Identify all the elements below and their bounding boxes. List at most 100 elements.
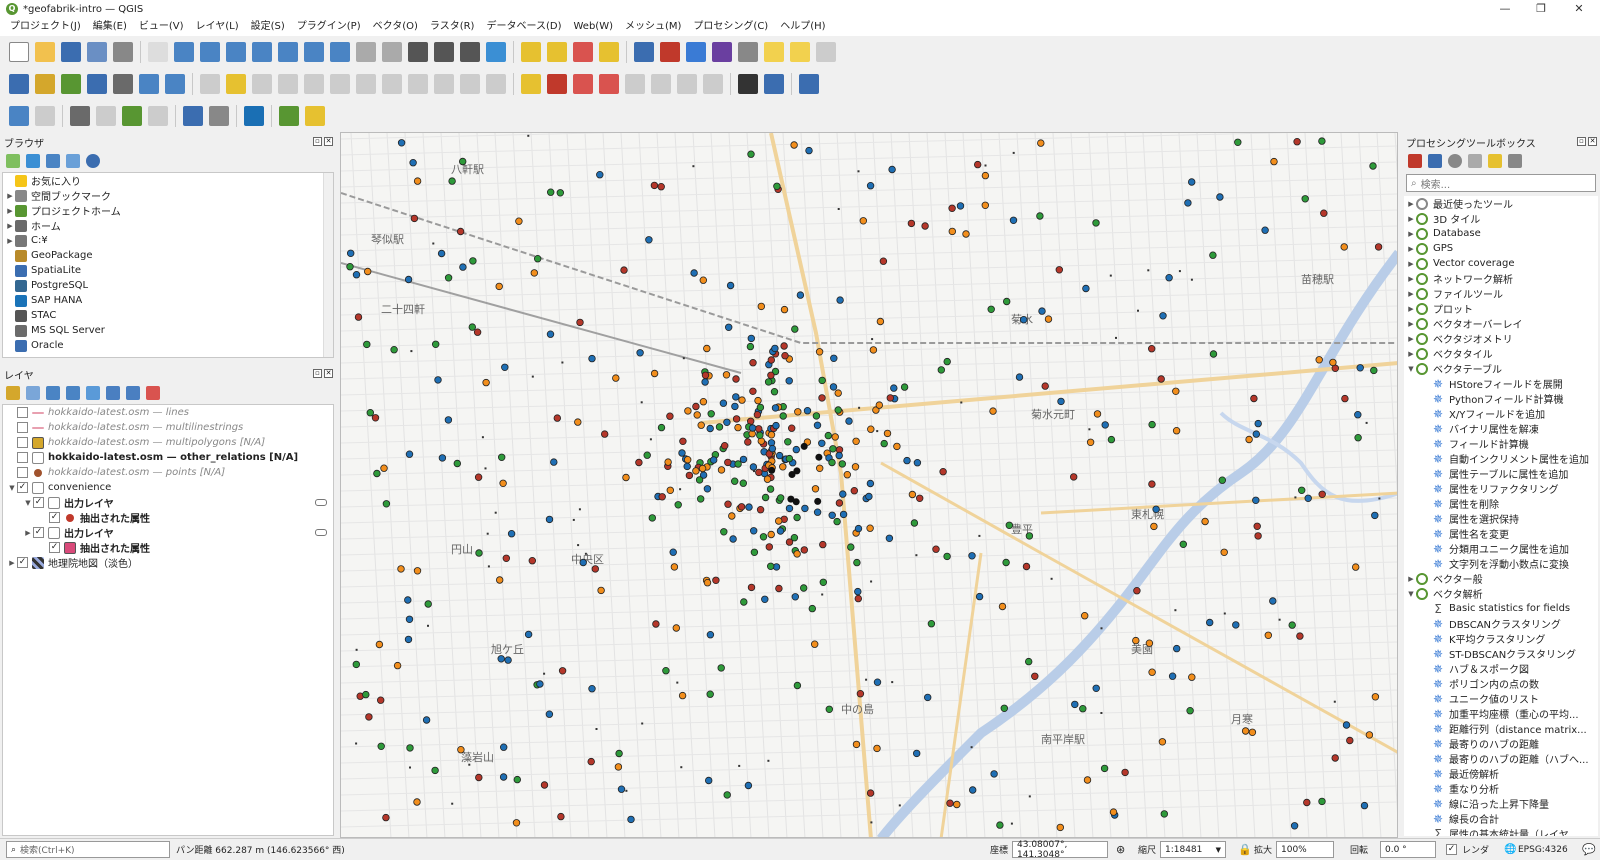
algorithm-item[interactable]: ✵ 属性を選択保持 <box>1404 511 1598 527</box>
locate-icon[interactable] <box>816 42 836 62</box>
expand-arrow-icon[interactable]: ▶ <box>1406 290 1416 298</box>
algorithm-item[interactable]: ✵ ST-DBSCANクラスタリング <box>1404 646 1598 662</box>
new-vector-tile-icon[interactable] <box>165 74 185 94</box>
osm-download-icon[interactable] <box>305 106 325 126</box>
expand-arrow-icon[interactable]: ▶ <box>5 222 15 230</box>
indicator-icon[interactable] <box>315 529 327 536</box>
expand-arrow-icon[interactable]: ▶ <box>1406 200 1416 208</box>
algorithm-item[interactable]: ✵ 線長の合計 <box>1404 811 1598 827</box>
undock-icon[interactable]: ▫ <box>313 369 322 378</box>
provider-group[interactable]: ▶ プロット <box>1404 301 1598 316</box>
layer-visibility-checkbox[interactable]: ✓ <box>33 527 44 538</box>
digitize-icon[interactable] <box>87 74 107 94</box>
algorithm-item[interactable]: ✵ 線に沿った上昇下降量 <box>1404 796 1598 812</box>
refresh-icon[interactable] <box>26 154 40 168</box>
provider-group[interactable]: ▼ ベクタ解析 <box>1404 586 1598 601</box>
layer-visibility-checkbox[interactable]: ✓ <box>49 512 60 523</box>
expand-arrow-icon[interactable]: ▶ <box>1406 305 1416 313</box>
expand-arrow-icon[interactable]: ▶ <box>5 207 15 215</box>
change-label-icon[interactable] <box>677 74 697 94</box>
algorithm-item[interactable]: ✵ 最寄りのハブの距離 <box>1404 736 1598 752</box>
add-point-icon[interactable] <box>278 74 298 94</box>
zoom-native-icon[interactable] <box>330 42 350 62</box>
zoom-to-selection-icon[interactable] <box>278 42 298 62</box>
algorithm-item[interactable]: ✵ 自動インクリメント属性を追加 <box>1404 451 1598 467</box>
undo-icon[interactable] <box>460 74 480 94</box>
layer-visibility-checkbox[interactable]: ✓ <box>49 542 60 553</box>
move-label-icon[interactable] <box>625 74 645 94</box>
coordinate-field[interactable]: 43.08007°, 141.3048° <box>1012 840 1108 860</box>
algorithm-item[interactable]: ✵ Pythonフィールド計算機 <box>1404 391 1598 407</box>
provider-group[interactable]: ▶ ベクタジオメトリ <box>1404 331 1598 346</box>
provider-group[interactable]: ▶ 3D タイル <box>1404 211 1598 226</box>
copy-icon[interactable] <box>408 74 428 94</box>
refresh-icon[interactable] <box>486 42 506 62</box>
close-panel-icon[interactable]: ✕ <box>324 137 333 146</box>
layer-item[interactable]: ▼ ✓ 出力レイヤ <box>3 495 333 510</box>
layer-visibility-checkbox[interactable] <box>17 407 28 418</box>
expand-arrow-icon[interactable]: ▼ <box>1406 590 1416 598</box>
save-as-icon[interactable] <box>87 42 107 62</box>
select-by-location-icon[interactable] <box>599 42 619 62</box>
menu-item-11[interactable]: プロセシング(C) <box>687 18 774 36</box>
scripts-icon[interactable] <box>1428 154 1442 168</box>
zoom-to-layer-icon[interactable] <box>304 42 324 62</box>
provider-group[interactable]: ▶ 最近使ったツール <box>1404 196 1598 211</box>
attribute-table-icon[interactable] <box>660 42 680 62</box>
map-canvas[interactable]: 八軒駅琴似駅二十四軒円山中央区旭ケ丘藻岩山菊水菊水元町豊平東札幌南平岸駅美園月寒… <box>340 132 1398 838</box>
algorithm-item[interactable]: ✵ 属性をリファクタリング <box>1404 481 1598 497</box>
expand-arrow-icon[interactable]: ▶ <box>1406 215 1416 223</box>
open-project-icon[interactable] <box>35 42 55 62</box>
algorithm-item[interactable]: ✵ X/Yフィールドを追加 <box>1404 406 1598 422</box>
provider-group[interactable]: ▶ ベクタオーバーレイ <box>1404 316 1598 331</box>
redo-icon[interactable] <box>486 74 506 94</box>
menu-item-1[interactable]: 編集(E) <box>87 18 133 36</box>
close-panel-icon[interactable]: ✕ <box>324 369 333 378</box>
expand-arrow-icon[interactable]: ▶ <box>23 529 33 537</box>
menu-item-3[interactable]: レイヤ(L) <box>190 18 245 36</box>
expand-arrow-icon[interactable]: ▼ <box>7 484 17 492</box>
browser-item[interactable]: お気に入り <box>3 173 333 188</box>
expand-arrow-icon[interactable]: ▼ <box>1406 365 1416 373</box>
algorithm-item[interactable]: ✵ 最寄りのハブの距離（ハブへ... <box>1404 751 1598 767</box>
menu-item-0[interactable]: プロジェクト(J) <box>4 18 87 36</box>
algorithm-item[interactable]: ✵ ユニーク値のリスト <box>1404 691 1598 707</box>
scale-field[interactable]: 1:18481 ▼ <box>1160 841 1226 858</box>
processing-toolbox-icon[interactable] <box>686 42 706 62</box>
map-tips-icon[interactable] <box>790 42 810 62</box>
remove-layer-icon[interactable] <box>146 386 160 400</box>
algorithm-item[interactable]: ✵ HStoreフィールドを展開 <box>1404 376 1598 392</box>
show-labels-icon[interactable] <box>599 74 619 94</box>
layer-item[interactable]: ✓ 抽出された属性 <box>3 510 333 525</box>
data-source-manager-icon[interactable] <box>9 74 29 94</box>
layer-visibility-checkbox[interactable] <box>17 422 28 433</box>
zoom-out-icon[interactable] <box>226 42 246 62</box>
algorithm-item[interactable]: ✵ 重なり分析 <box>1404 781 1598 797</box>
crs-button[interactable]: EPSG:4326 <box>1518 845 1568 855</box>
undock-icon[interactable]: ▫ <box>313 137 322 146</box>
deselect-icon[interactable] <box>573 42 593 62</box>
style-manager-icon[interactable] <box>6 386 20 400</box>
filter-legend-icon[interactable] <box>66 386 80 400</box>
visibility-icon[interactable] <box>46 386 60 400</box>
label-icon[interactable] <box>521 74 541 94</box>
paste-icon[interactable] <box>434 74 454 94</box>
layer-item[interactable]: ▶ ✓ 地理院地図（淡色） <box>3 555 333 570</box>
menu-item-8[interactable]: データベース(D) <box>480 18 567 36</box>
label-properties-icon[interactable] <box>703 74 723 94</box>
delete-selected-icon[interactable] <box>356 74 376 94</box>
algorithm-item[interactable]: ✵ 属性を削除 <box>1404 496 1598 512</box>
layer-visibility-checkbox[interactable] <box>17 437 28 448</box>
expand-arrow-icon[interactable]: ▶ <box>7 559 17 567</box>
algorithm-item[interactable]: ✵ フィールド計算機 <box>1404 436 1598 452</box>
browser-item[interactable]: SAP HANA <box>3 293 333 308</box>
add-layer-icon[interactable] <box>6 154 20 168</box>
zoom-last-icon[interactable] <box>356 42 376 62</box>
browser-item[interactable]: ▶ ホーム <box>3 218 333 233</box>
algorithm-item[interactable]: Σ Basic statistics for fields <box>1404 601 1598 616</box>
collapse-all-icon[interactable] <box>66 154 80 168</box>
map-svg[interactable]: 八軒駅琴似駅二十四軒円山中央区旭ケ丘藻岩山菊水菊水元町豊平東札幌南平岸駅美園月寒… <box>341 133 1398 838</box>
algorithm-item[interactable]: ✵ ポリゴン内の点の数 <box>1404 676 1598 692</box>
menu-item-2[interactable]: ビュー(V) <box>133 18 190 36</box>
new-project-icon[interactable] <box>9 42 29 62</box>
